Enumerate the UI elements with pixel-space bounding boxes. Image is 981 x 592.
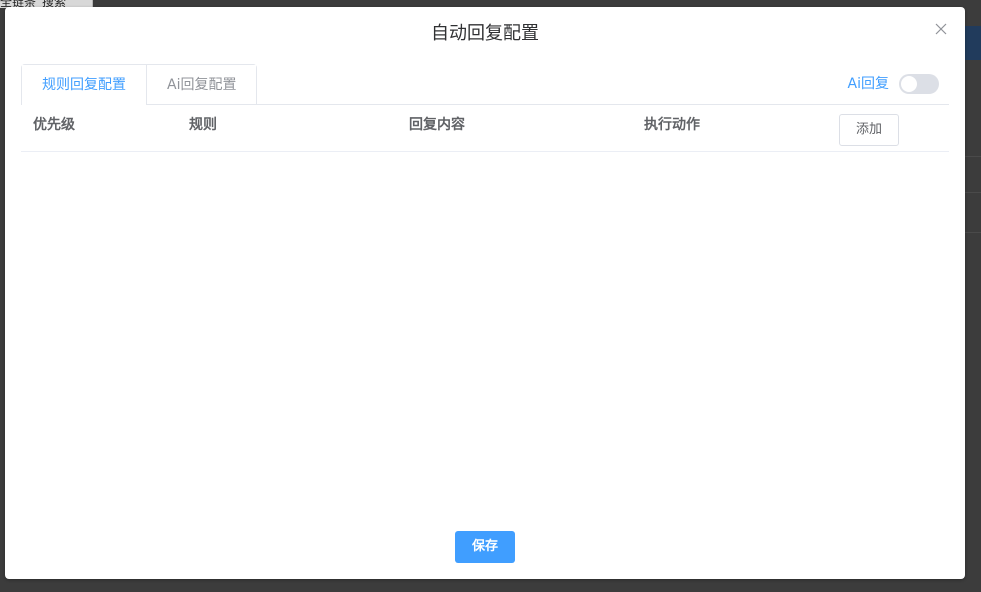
add-rule-button[interactable]: 添加 [839,114,899,146]
toggle-knob [901,76,917,92]
background-divider [965,192,981,193]
column-header-reply-content: 回复内容 [409,117,465,133]
close-button[interactable] [933,21,949,37]
save-button[interactable]: 保存 [455,531,515,563]
tab-rule-reply-config[interactable]: 规则回复配置 [22,65,146,105]
background-divider [965,156,981,157]
tabs-header: 规则回复配置 Ai回复配置 Ai回复 [21,64,949,105]
tab-ai-reply-config[interactable]: Ai回复配置 [146,65,257,104]
ai-reply-switch-label: Ai回复 [847,76,889,92]
background-divider [965,232,981,233]
tabs-nav: 规则回复配置 Ai回复配置 [21,64,258,105]
column-header-action: 执行动作 [644,117,700,133]
column-header-priority: 优先级 [33,117,75,133]
close-icon [935,23,947,35]
background-header-bar [965,26,981,60]
auto-reply-dialog: 自动回复配置 规则回复配置 Ai回复配置 Ai回复 优先级 规则 回复内容 执行… [5,7,965,579]
dialog-title: 自动回复配置 [431,23,539,44]
column-header-rule: 规则 [189,117,217,133]
ai-reply-toggle[interactable] [899,74,939,94]
table-header: 优先级 规则 回复内容 执行动作 添加 [21,105,949,152]
ai-reply-switch-group: Ai回复 [848,74,939,94]
rules-table: 优先级 规则 回复内容 执行动作 添加 [21,105,949,152]
